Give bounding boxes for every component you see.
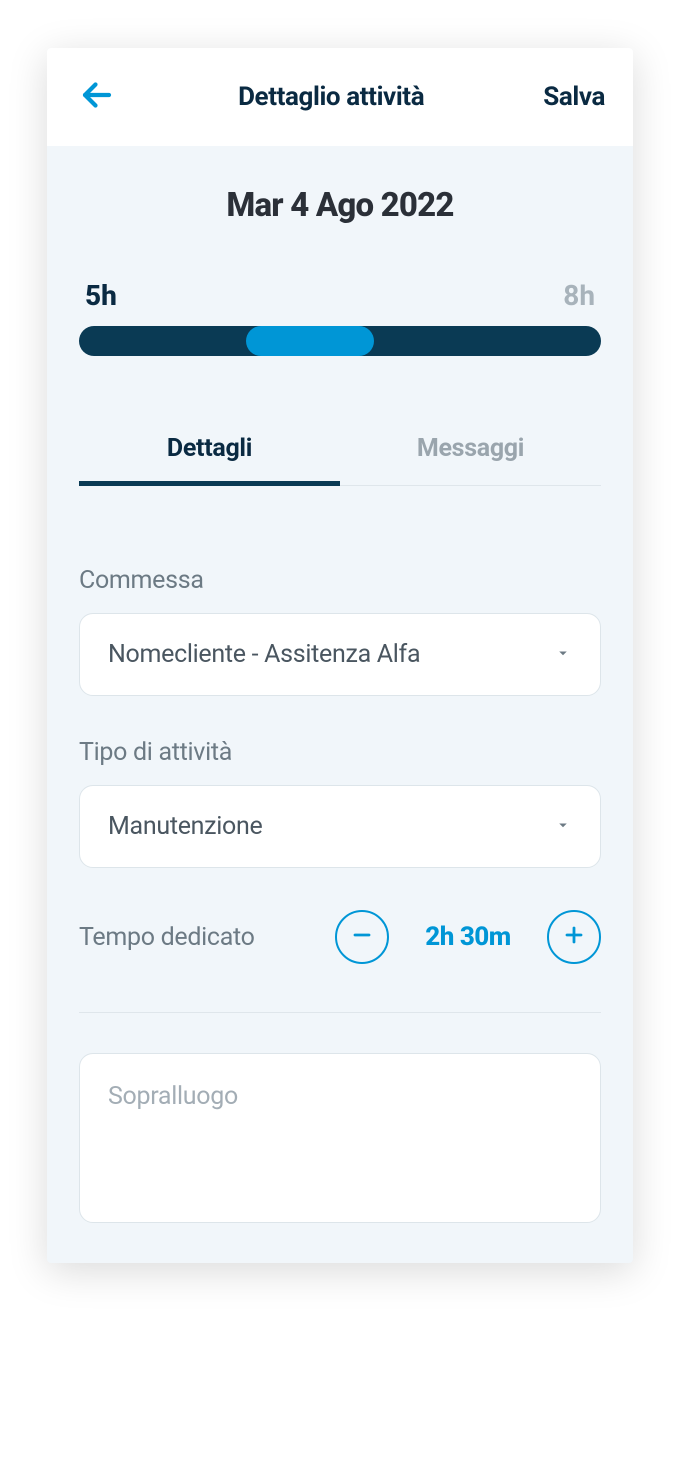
tipo-select[interactable]: Manutenzione [79,785,601,868]
tempo-value: 2h 30m [413,922,523,952]
save-button[interactable]: Salva [543,82,605,112]
details-panel: Commessa Nomecliente - Assitenza Alfa Ti… [47,526,633,1263]
app-screen: Dettaglio attività Salva Mar 4 Ago 2022 … [47,48,633,1263]
notes-placeholder: Sopralluogo [108,1082,238,1111]
tipo-label: Tipo di attività [79,738,601,767]
page-title: Dettaglio attività [238,82,424,112]
commessa-field-group: Commessa Nomecliente - Assitenza Alfa [79,566,601,696]
caret-down-icon [554,816,572,838]
date-heading: Mar 4 Ago 2022 [79,186,601,225]
tab-details[interactable]: Dettagli [79,418,340,486]
tempo-row: Tempo dedicato 2h 30m [79,910,601,964]
hours-worked-label: 5h [85,279,117,312]
tempo-controls: 2h 30m [335,910,601,964]
divider [79,1012,601,1013]
tempo-label: Tempo dedicato [79,923,335,952]
commessa-select[interactable]: Nomecliente - Assitenza Alfa [79,613,601,696]
tabs: Dettagli Messaggi [79,418,601,486]
tab-messages[interactable]: Messaggi [340,418,601,485]
slider-thumb[interactable] [246,326,374,356]
date-section: Mar 4 Ago 2022 5h 8h Dettagli Messaggi [47,146,633,526]
hours-labels: 5h 8h [79,279,601,312]
decrement-button[interactable] [335,910,389,964]
caret-down-icon [554,644,572,666]
hours-slider[interactable] [79,326,601,356]
arrow-left-icon [79,77,115,117]
plus-icon [562,923,586,951]
hours-total-label: 8h [563,279,595,312]
commessa-label: Commessa [79,566,601,595]
back-button[interactable] [75,75,119,119]
tipo-field-group: Tipo di attività Manutenzione [79,738,601,868]
increment-button[interactable] [547,910,601,964]
notes-input[interactable]: Sopralluogo [79,1053,601,1223]
commessa-value: Nomecliente - Assitenza Alfa [108,640,420,669]
app-header: Dettaglio attività Salva [47,48,633,146]
tipo-value: Manutenzione [108,812,262,841]
minus-icon [350,923,374,951]
